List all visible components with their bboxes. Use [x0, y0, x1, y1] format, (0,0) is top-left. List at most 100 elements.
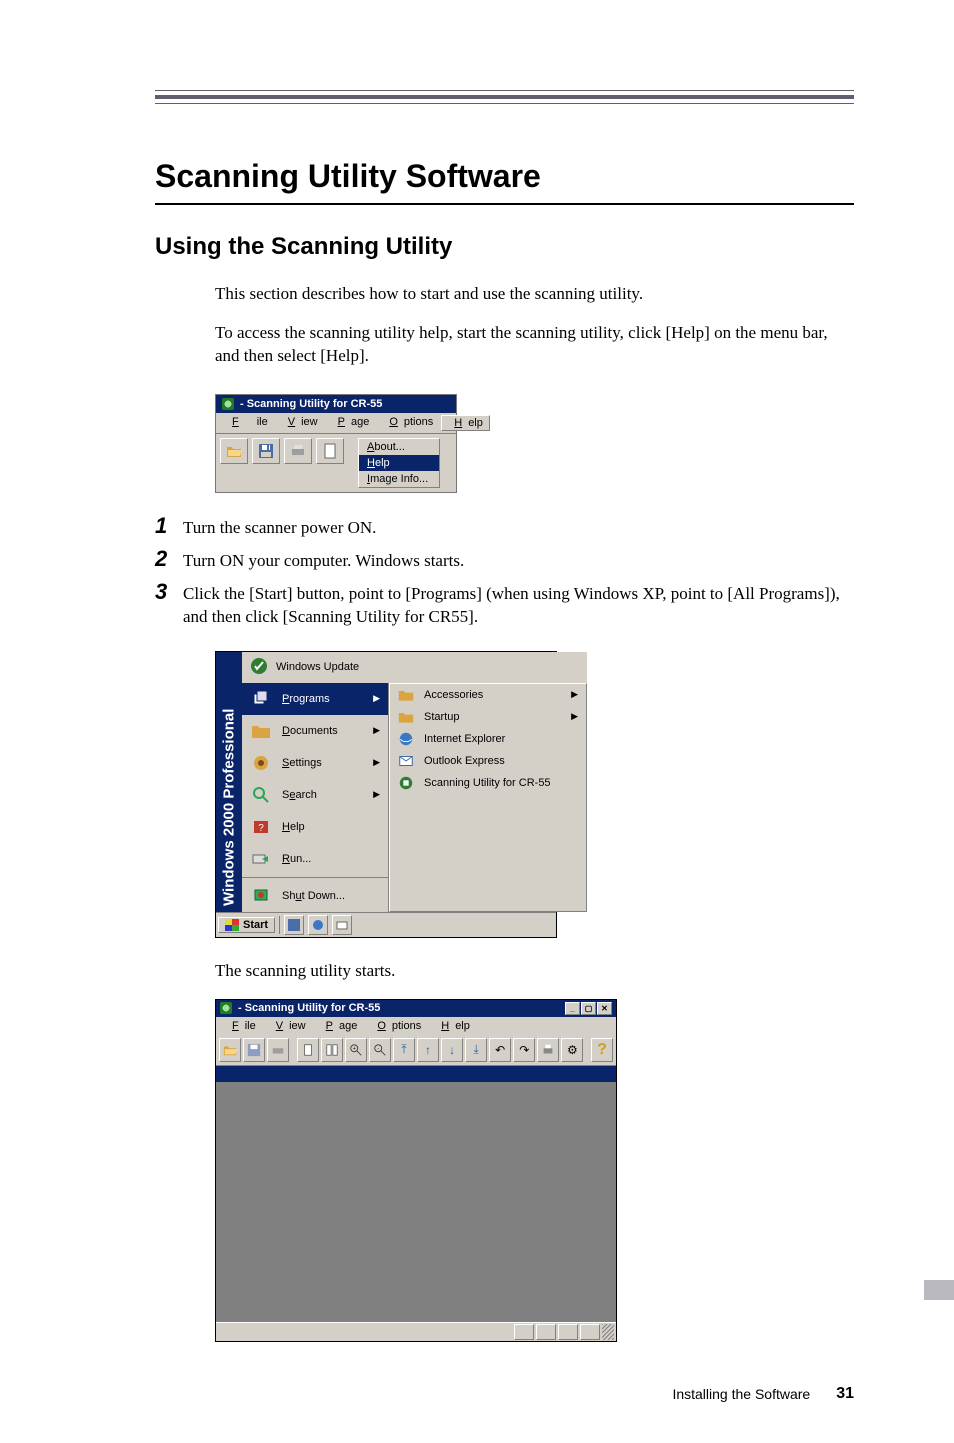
footer-page-number: 31	[836, 1385, 854, 1403]
help-dropdown: About... Help Image Info...	[358, 438, 440, 488]
menu-page[interactable]: Page	[326, 415, 376, 431]
h1-underline	[155, 203, 854, 205]
submenu-outlook[interactable]: Outlook Express	[390, 750, 586, 772]
help-icon: ?	[250, 816, 272, 838]
paragraph-intro-1: This section describes how to start and …	[215, 283, 854, 306]
help-icon[interactable]: ?	[591, 1038, 613, 1062]
search-icon	[250, 784, 272, 806]
menu-help[interactable]: Help	[441, 415, 490, 431]
menu-help[interactable]: Help	[429, 1019, 476, 1033]
paragraph-result: The scanning utility starts.	[215, 960, 854, 983]
svg-text:-: -	[377, 1046, 379, 1052]
toolbar-page-icon[interactable]	[316, 438, 344, 464]
step-number-3: 3	[155, 581, 181, 603]
start-item-search[interactable]: Search ▶	[242, 779, 388, 811]
toolbar-open-icon[interactable]	[220, 438, 248, 464]
submenu-ie[interactable]: Internet Explorer	[390, 728, 586, 750]
start-item-help[interactable]: ? Help	[242, 811, 388, 843]
folder-icon	[398, 709, 414, 725]
submenu-startup[interactable]: Startup ▶	[390, 706, 586, 728]
settings-icon[interactable]: ⚙	[561, 1038, 583, 1062]
windows-update-icon	[250, 657, 268, 678]
ie-icon	[398, 731, 414, 747]
svg-text:+: +	[353, 1046, 356, 1052]
close-button[interactable]: ✕	[597, 1002, 612, 1015]
scan-util-icon	[398, 775, 414, 791]
screenshot-start-menu: Windows 2000 Professional Windows Update	[215, 651, 557, 938]
minimize-button[interactable]: _	[565, 1002, 580, 1015]
save-icon[interactable]	[243, 1038, 265, 1062]
page-single-icon[interactable]	[297, 1038, 319, 1062]
start-button[interactable]: Start	[218, 917, 275, 933]
start-item-shutdown[interactable]: Shut Down...	[242, 880, 388, 912]
status-bar	[216, 1322, 616, 1341]
chevron-right-icon: ▶	[373, 757, 380, 768]
menu-file[interactable]: File	[220, 415, 274, 431]
help-menu-help[interactable]: Help	[359, 455, 439, 471]
header-rule	[155, 90, 854, 104]
step-text-2: Turn ON your computer. Windows starts.	[183, 548, 854, 573]
start-item-settings[interactable]: Settings ▶	[242, 747, 388, 779]
first-page-icon[interactable]: ⤒	[393, 1038, 415, 1062]
rotate-left-icon[interactable]: ↶	[489, 1038, 511, 1062]
help-menu-image-info[interactable]: Image Info...	[359, 471, 439, 487]
menu-view[interactable]: View	[264, 1019, 312, 1033]
menu-options[interactable]: Options	[365, 1019, 427, 1033]
paragraph-intro-2: To access the scanning utility help, sta…	[215, 322, 854, 368]
submenu-accessories[interactable]: Accessories ▶	[390, 684, 586, 706]
app-icon	[222, 398, 234, 410]
window-title: - Scanning Utility for CR-55	[240, 398, 382, 410]
zoom-out-icon[interactable]: -	[369, 1038, 391, 1062]
screenshot-menu-help: - Scanning Utility for CR-55 File View P…	[215, 394, 457, 493]
zoom-in-icon[interactable]: +	[345, 1038, 367, 1062]
page-indicator-bar	[216, 1066, 616, 1082]
submenu-scanning-utility[interactable]: Scanning Utility for CR-55	[390, 772, 586, 794]
menu-bar: File View Page Options Help	[216, 413, 456, 434]
next-page-icon[interactable]: ↓	[441, 1038, 463, 1062]
help-menu-about[interactable]: About...	[359, 439, 439, 455]
step-text-3: Click the [Start] button, point to [Prog…	[183, 581, 854, 629]
chevron-right-icon: ▶	[373, 693, 380, 704]
toolbar-save-icon[interactable]	[252, 438, 280, 464]
windows-flag-icon	[225, 919, 239, 931]
documents-icon	[250, 720, 272, 742]
menu-bar: File View Page Options Help	[216, 1017, 616, 1035]
resize-grip-icon[interactable]	[602, 1324, 614, 1340]
step-number-1: 1	[155, 515, 181, 537]
toolbar-scan-icon[interactable]	[284, 438, 312, 464]
window-title: - Scanning Utility for CR-55	[238, 1002, 380, 1014]
menu-page[interactable]: Page	[314, 1019, 364, 1033]
maximize-button[interactable]: ▢	[581, 1002, 596, 1015]
step-number-2: 2	[155, 548, 181, 570]
last-page-icon[interactable]: ⤓	[465, 1038, 487, 1062]
preview-canvas	[216, 1082, 616, 1322]
start-item-windows-update[interactable]: Windows Update	[276, 661, 359, 673]
start-item-programs[interactable]: Programs ▶	[242, 683, 388, 715]
quick-launch-icon[interactable]	[308, 915, 328, 935]
start-item-documents[interactable]: Documents ▶	[242, 715, 388, 747]
scan-icon[interactable]	[267, 1038, 289, 1062]
prev-page-icon[interactable]: ↑	[417, 1038, 439, 1062]
print-icon[interactable]	[537, 1038, 559, 1062]
shutdown-icon	[250, 885, 272, 907]
settings-icon	[250, 752, 272, 774]
menu-view[interactable]: View	[276, 415, 324, 431]
heading-1: Scanning Utility Software	[155, 158, 854, 195]
footer-section: Installing the Software	[672, 1386, 810, 1402]
toolbar: + - ⤒ ↑ ↓ ⤓ ↶ ↷ ⚙ ?	[216, 1035, 616, 1066]
page-multi-icon[interactable]	[321, 1038, 343, 1062]
open-icon[interactable]	[219, 1038, 241, 1062]
taskbar: Start	[216, 912, 556, 937]
screenshot-app-window: - Scanning Utility for CR-55 _ ▢ ✕ File …	[215, 999, 617, 1342]
quick-launch-icon[interactable]	[284, 915, 304, 935]
menu-options[interactable]: Options	[377, 415, 439, 431]
rotate-right-icon[interactable]: ↷	[513, 1038, 535, 1062]
start-item-run[interactable]: Run...	[242, 843, 388, 875]
quick-launch-icon[interactable]	[332, 915, 352, 935]
chevron-right-icon: ▶	[571, 711, 578, 722]
os-brand-sidebar: Windows 2000 Professional	[216, 652, 242, 912]
chevron-right-icon: ▶	[373, 725, 380, 736]
app-icon	[220, 1002, 232, 1014]
heading-2: Using the Scanning Utility	[155, 233, 854, 261]
menu-file[interactable]: File	[220, 1019, 262, 1033]
